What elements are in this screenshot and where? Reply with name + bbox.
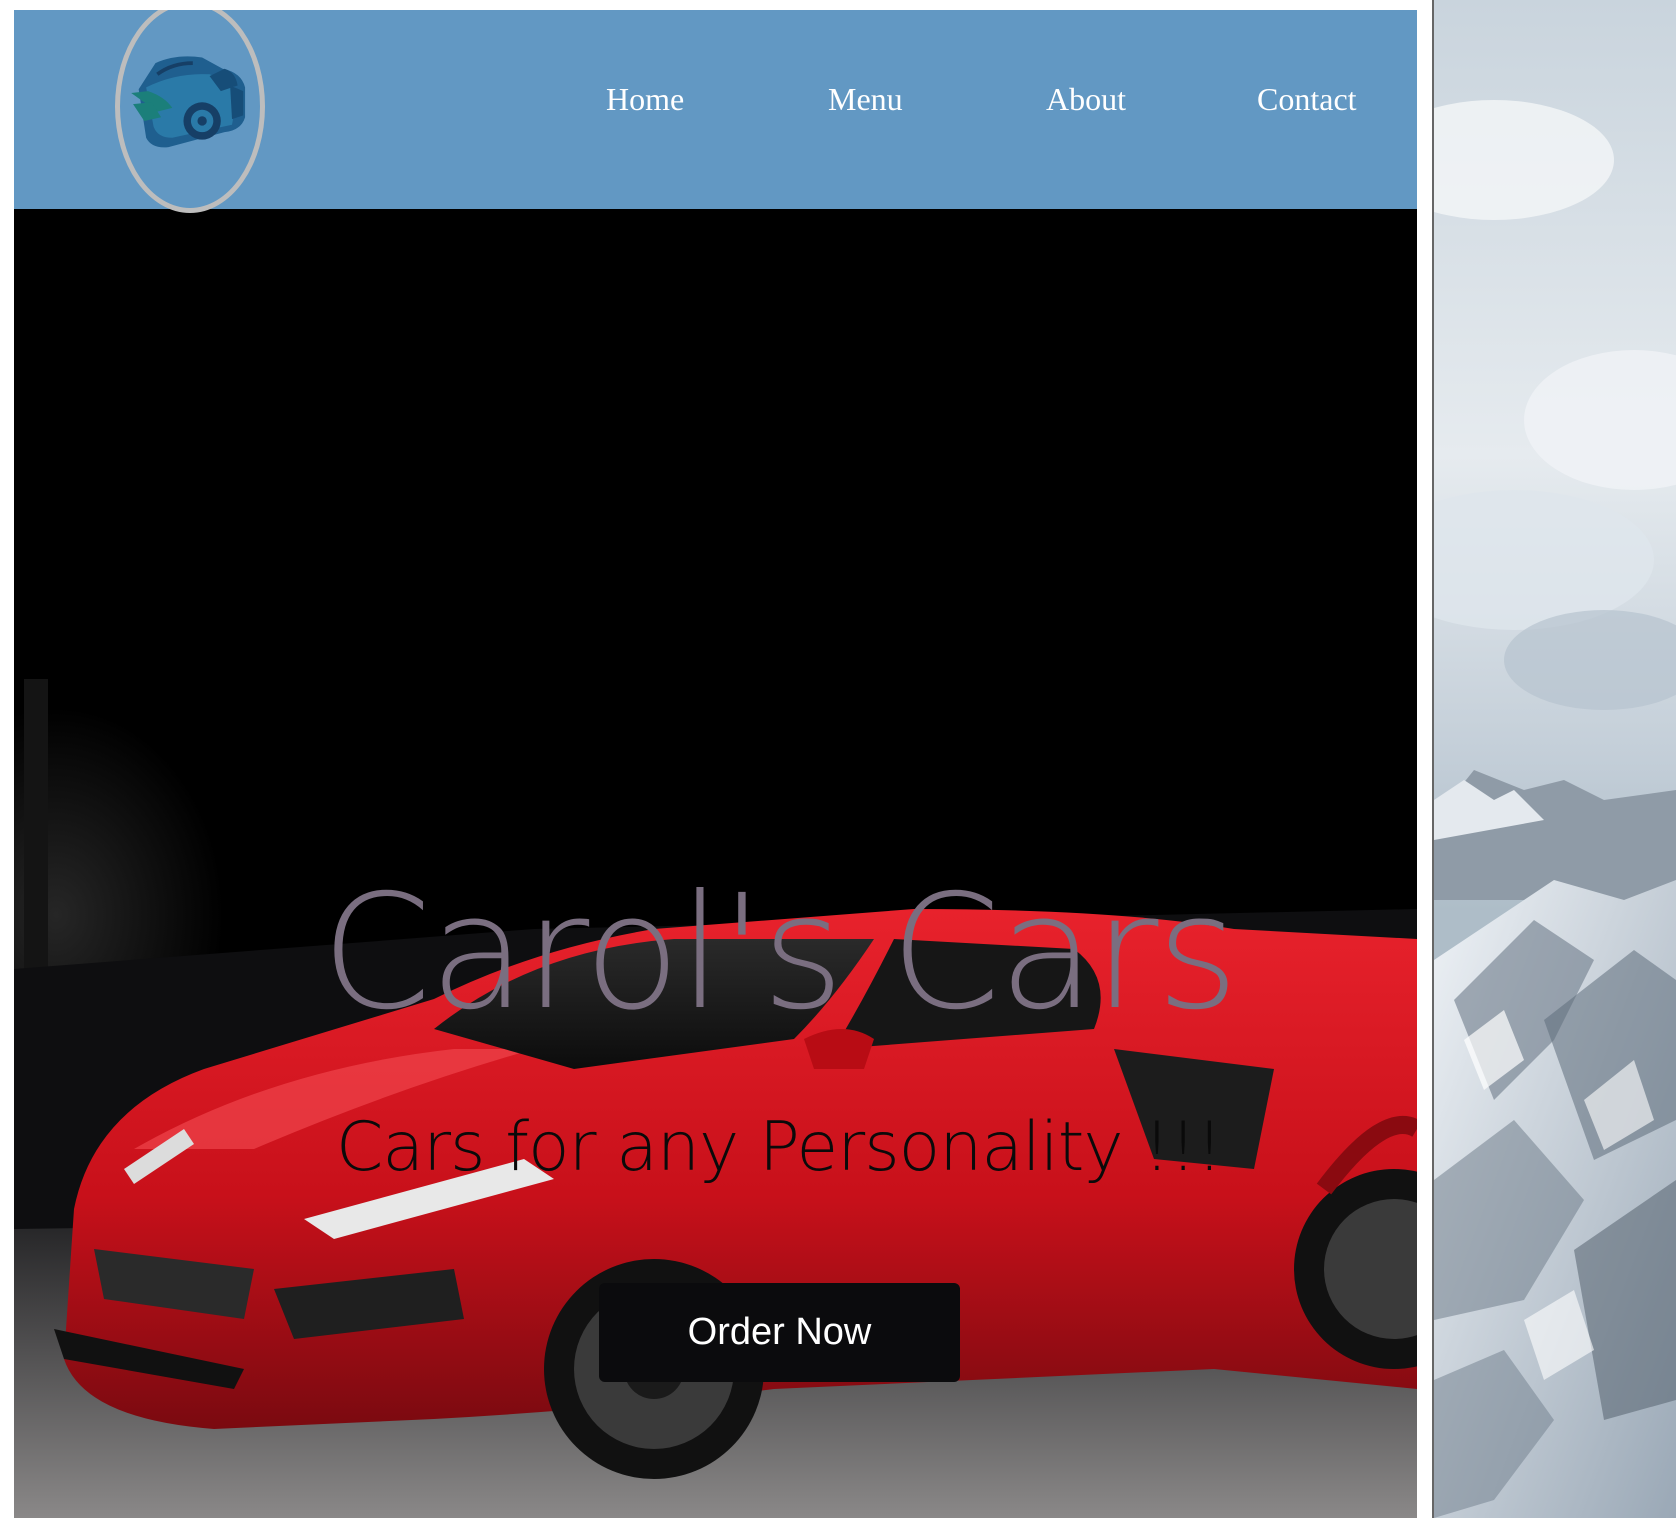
browser-viewport: Home Menu About Contact Carol's Cars Car… xyxy=(0,0,1676,1518)
nav-link-home[interactable]: Home xyxy=(606,80,684,118)
site-page: Home Menu About Contact Carol's Cars Car… xyxy=(14,10,1417,1518)
nav-link-menu[interactable]: Menu xyxy=(828,80,903,118)
snowy-mountain-background xyxy=(1434,0,1676,1518)
hero-subtitle: Cars for any Personality !!! xyxy=(335,1108,1223,1187)
hero-section: Carol's Cars Cars for any Personality !!… xyxy=(14,209,1417,1518)
hero-title: Carol's Cars xyxy=(321,861,1239,1045)
nav-link-contact[interactable]: Contact xyxy=(1257,80,1357,118)
window-divider xyxy=(1432,0,1434,1518)
order-now-button[interactable]: Order Now xyxy=(599,1283,960,1382)
sports-car-logo-icon[interactable] xyxy=(115,10,265,213)
nav-link-about[interactable]: About xyxy=(1046,80,1126,118)
